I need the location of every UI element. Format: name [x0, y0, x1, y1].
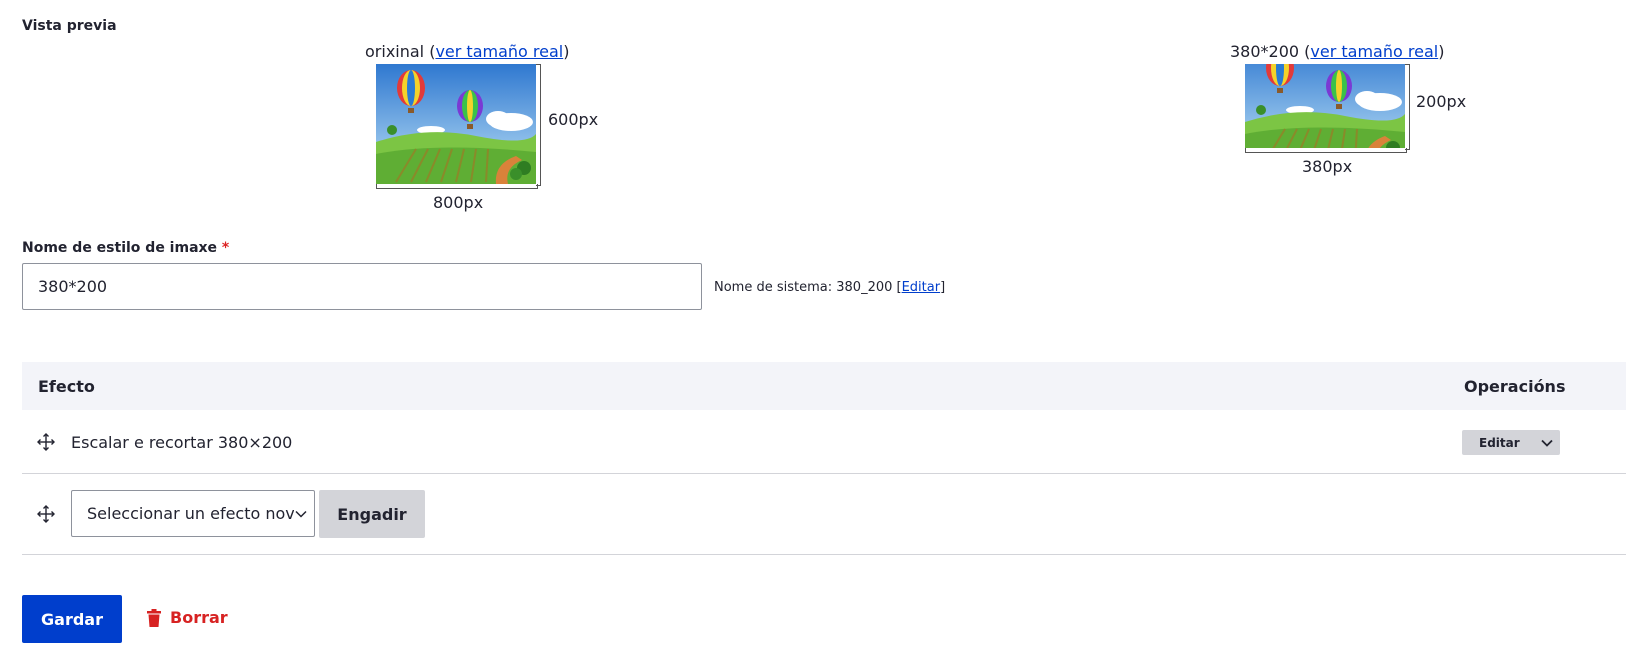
- original-width-label: 800px: [433, 193, 484, 212]
- delete-label: Borrar: [170, 608, 228, 627]
- effect-operations-dropbutton[interactable]: Editar: [1462, 430, 1560, 455]
- derived-height-bracket: [1405, 64, 1410, 150]
- delete-button[interactable]: Borrar: [146, 608, 228, 627]
- derived-caption-suffix: ): [1438, 42, 1445, 61]
- operations-column-header: Operacións: [1464, 377, 1566, 396]
- save-button[interactable]: Gardar: [22, 595, 122, 643]
- effect-name: Escalar e recortar 380×200: [71, 433, 293, 452]
- style-name-value: 380*200: [38, 277, 108, 296]
- machine-name-suffix: ]: [940, 280, 946, 295]
- trash-icon: [147, 608, 161, 627]
- derived-width-label: 380px: [1302, 157, 1353, 176]
- derived-full-size-link[interactable]: ver tamaño real: [1310, 42, 1438, 61]
- original-height-bracket: [536, 64, 541, 186]
- row-divider: [22, 554, 1626, 555]
- required-mark: *: [221, 240, 230, 256]
- original-width-bracket: [376, 184, 538, 189]
- edit-effect-button[interactable]: Editar: [1462, 436, 1534, 450]
- balloon-landscape-cropped-image: [1245, 64, 1405, 148]
- new-effect-select-value: Seleccionar un efecto novo: [87, 504, 294, 523]
- preview-heading: Vista previa: [22, 18, 117, 34]
- original-full-size-link[interactable]: ver tamaño real: [435, 42, 563, 61]
- row-divider: [22, 473, 1626, 474]
- chevron-down-icon[interactable]: [1540, 436, 1554, 450]
- derived-caption-prefix: 380*200 (: [1230, 42, 1311, 61]
- style-name-label: Nome de estilo de imaxe *: [22, 240, 229, 256]
- drag-handle-icon[interactable]: [37, 433, 55, 451]
- add-effect-button[interactable]: Engadir: [319, 490, 425, 538]
- derived-width-bracket: [1245, 148, 1407, 153]
- derived-height-label: 200px: [1416, 92, 1467, 111]
- original-caption-suffix: ): [563, 42, 570, 61]
- original-height-label: 600px: [548, 110, 599, 129]
- drag-handle-icon[interactable]: [37, 505, 55, 523]
- derived-preview-caption: 380*200 (ver tamaño real): [1230, 42, 1444, 61]
- new-effect-select[interactable]: Seleccionar un efecto novo: [71, 490, 315, 537]
- original-preview-image[interactable]: [376, 64, 536, 184]
- balloon-landscape-image: [376, 64, 536, 184]
- effects-table-header: [22, 362, 1626, 410]
- machine-name: Nome de sistema: 380_200 [Editar]: [714, 280, 945, 295]
- style-name-label-text: Nome de estilo de imaxe: [22, 240, 218, 256]
- effect-column-header: Efecto: [38, 377, 95, 396]
- original-caption-prefix: orixinal (: [365, 42, 436, 61]
- original-preview-caption: orixinal (ver tamaño real): [365, 42, 569, 61]
- derived-preview-image[interactable]: [1245, 64, 1405, 148]
- chevron-down-icon: [295, 510, 307, 518]
- machine-name-text: Nome de sistema: 380_200 [: [714, 280, 902, 295]
- style-name-input[interactable]: 380*200: [22, 263, 702, 310]
- machine-name-edit-link[interactable]: Editar: [902, 280, 941, 295]
